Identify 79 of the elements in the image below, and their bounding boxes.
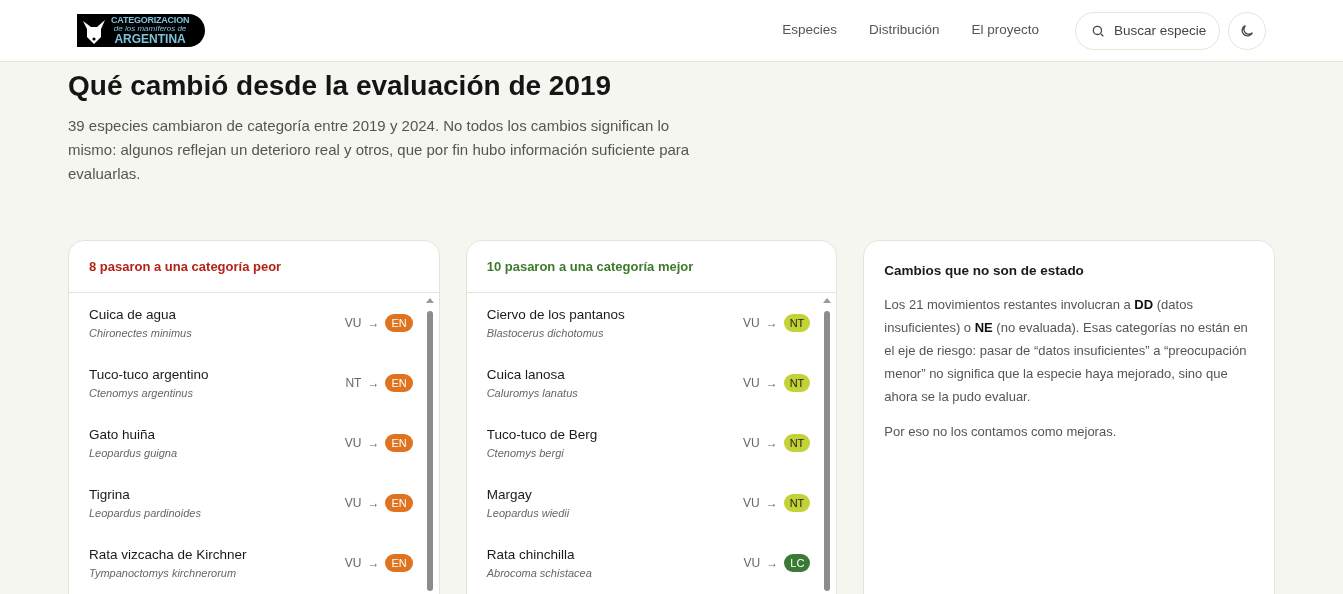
arrow: →: [367, 495, 380, 512]
species-scientific-name: Leopardus wiedii: [486, 506, 570, 521]
species-name: Rata vizcacha de Kirchner: [89, 546, 247, 564]
note-paragraph: Por eso no los contamos como mejoras.: [884, 423, 1118, 442]
species-row[interactable]: Tigrina Leopardus pardinoides VU → EN: [89, 473, 413, 533]
species-scientific-name: Abrocoma schistacea: [486, 566, 592, 581]
previous-category: VU: [344, 555, 362, 572]
logo-text: ARGENTINA: [114, 33, 186, 45]
species-scientific-name: Ctenomys bergi: [486, 446, 565, 461]
page-title: Qué cambió desde la evaluación de 2019: [68, 69, 613, 103]
arrow: →: [766, 555, 779, 572]
previous-category: VU: [344, 315, 362, 332]
category-badge: EN: [385, 554, 413, 572]
previous-category: VU: [743, 435, 760, 452]
intro-paragraph: 39 especies cambiaron de categoría entre 2019 y 2024. No todos los cambios significan lo mismo: algunos reflejan un deterioro real y otros, que por fin hubo información suficiente para evaluarlas.: [68, 116, 691, 184]
category-badge: EN: [385, 374, 413, 392]
category-badge: LC: [784, 554, 811, 572]
moon-icon: [1239, 22, 1255, 39]
previous-category: VU: [344, 495, 362, 512]
species-scientific-name: Ctenomys argentinus: [89, 386, 194, 401]
nav-link[interactable]: Distribución: [868, 20, 940, 41]
arrow: →: [765, 495, 778, 512]
species-row[interactable]: Tuco-tuco de Berg Ctenomys bergi VU → NT: [486, 413, 811, 473]
nav-link[interactable]: El proyecto: [971, 20, 1039, 41]
species-name: Rata chinchilla: [486, 546, 576, 564]
category-badge: EN: [385, 494, 413, 512]
species-scientific-name: Blastocerus dichotomus: [486, 326, 605, 341]
scrollbar[interactable]: [822, 297, 833, 594]
previous-category: VU: [743, 495, 760, 512]
arrow: →: [367, 315, 380, 332]
species-row[interactable]: Rata vizcacha de Kirchner Tympanoctomys kirchnerorum VU → EN: [89, 533, 413, 593]
previous-category: VU: [743, 375, 760, 392]
search-field[interactable]: Buscar especie: [1075, 11, 1220, 50]
species-scientific-name: Chironectes minimus: [89, 326, 192, 341]
logo-text: de los mamíferos de: [113, 25, 187, 33]
arrow: →: [765, 315, 778, 332]
note-title: Cambios que no son de estado: [884, 262, 1085, 280]
card-title: 10 pasaron a una categoría mejor: [486, 257, 694, 276]
species-row[interactable]: Cuica de agua Chironectes minimus VU → EN: [89, 293, 413, 353]
species-name: Cuica lanosa: [486, 366, 566, 384]
scrollbar[interactable]: [424, 297, 435, 594]
logo[interactable]: CATEGORIZACION de los mamíferos de ARGENTINA: [77, 14, 206, 47]
species-row[interactable]: Gato huiña Leopardus guigna VU → EN: [89, 413, 413, 473]
arrow: →: [367, 555, 380, 572]
species-row[interactable]: Cuica lanosa Caluromys lanatus VU → NT: [486, 353, 811, 413]
arrow: →: [765, 375, 778, 392]
species-row[interactable]: Ciervo de los pantanos Blastocerus dichotomus VU → NT: [486, 293, 811, 353]
species-row[interactable]: Rata chinchilla Abrocoma schistacea VU → LC: [486, 533, 811, 593]
category-badge: EN: [385, 434, 413, 452]
previous-category: NT: [345, 375, 362, 392]
category-badge: EN: [385, 314, 413, 332]
previous-category: VU: [344, 435, 362, 452]
category-badge: NT: [783, 434, 811, 452]
species-name: Tuco-tuco de Berg: [486, 426, 598, 444]
card-title: 8 pasaron a una categoría peor: [89, 257, 282, 276]
species-row[interactable]: Margay Leopardus wiedii VU → NT: [486, 473, 811, 533]
species-name: Tuco-tuco argentino: [89, 366, 209, 384]
species-scientific-name: Leopardus pardinoides: [89, 506, 201, 521]
species-name: Ciervo de los pantanos: [486, 306, 625, 324]
category-badge: NT: [783, 374, 811, 392]
nav-link[interactable]: Especies: [782, 20, 837, 41]
species-scientific-name: Tympanoctomys kirchnerorum: [89, 566, 238, 581]
category-badge: NT: [783, 494, 811, 512]
species-name: Tigrina: [89, 486, 131, 504]
species-scientific-name: Leopardus guigna: [89, 446, 178, 461]
logo-text: CATEGORIZACION: [111, 16, 190, 25]
species-name: Margay: [486, 486, 533, 504]
category-badge: NT: [783, 314, 811, 332]
previous-category: VU: [743, 555, 761, 572]
species-name: Gato huiña: [89, 426, 157, 444]
species-row[interactable]: Tuco-tuco argentino Ctenomys argentinus NT → EN: [89, 353, 413, 413]
species-scientific-name: Caluromys lanatus: [486, 386, 578, 401]
arrow: →: [765, 435, 778, 452]
note-paragraph: Los 21 movimientos restantes involucran a DD (datos insuficientes) o NE (no evaluada). Esas categorías no están en el eje de riesgo: pasar de “datos insuficientes” a “preocupación menor” no significa que la especie haya mejorado, sino que ahora se la pudo evaluar.: [884, 296, 1249, 407]
search-icon: [1091, 23, 1105, 38]
arrow: →: [367, 435, 380, 452]
previous-category: VU: [743, 315, 760, 332]
species-name: Cuica de agua: [89, 306, 178, 324]
arrow: →: [367, 375, 380, 392]
